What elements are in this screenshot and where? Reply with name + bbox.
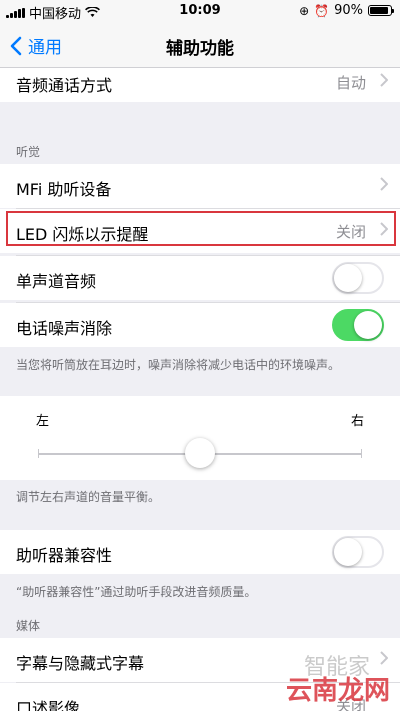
noise-footer: 当您将听筒放在耳边时，噪声消除将减少电话中的环境噪声。 — [16, 358, 341, 372]
alarm-icon: ⏰ — [314, 3, 330, 18]
row-label: 单声道音频 — [16, 272, 97, 291]
balance-footer: 调节左右声道的音量平衡。 — [16, 490, 161, 504]
row-value: 自动 — [335, 74, 366, 92]
page-title: 辅助功能 — [166, 39, 234, 59]
rotation-lock-icon: ⊕ — [299, 3, 310, 18]
row-label: 音频通话方式 — [16, 76, 113, 95]
led-flash-alerts-row[interactable]: LED 闪烁以示提醒 关闭 — [0, 209, 400, 253]
section-header-media: 媒体 — [16, 619, 41, 633]
audio-call-row[interactable]: 音频通话方式 自动 — [0, 68, 400, 102]
row-label: 助听器兼容性 — [16, 546, 113, 565]
mono-audio-toggle[interactable] — [332, 262, 384, 294]
navigation-bar: 通用 辅助功能 — [0, 22, 400, 68]
noise-cancellation-toggle[interactable] — [332, 309, 384, 341]
noise-cancellation-row: 电话噪声消除 — [0, 303, 400, 347]
hac-footer: “助听器兼容性”通过助听手段改进音频质量。 — [16, 585, 257, 599]
battery-icon — [368, 5, 394, 16]
row-label: MFi 助听设备 — [16, 180, 112, 199]
row-value: 关闭 — [335, 223, 366, 241]
hearing-aid-compatibility-toggle[interactable] — [332, 536, 384, 568]
chevron-right-icon — [380, 222, 388, 236]
row-label: 字幕与隐藏式字幕 — [16, 654, 145, 673]
chevron-right-icon — [380, 177, 388, 191]
balance-right-label: 右 — [350, 414, 364, 429]
balance-left-label: 左 — [36, 414, 50, 429]
battery-percent: 90% — [334, 3, 363, 18]
balance-slider-thumb[interactable] — [185, 438, 215, 468]
hearing-aid-compatibility-row: 助听器兼容性 — [0, 530, 400, 574]
chevron-right-icon — [380, 651, 388, 665]
status-bar: 中国移动 10:09 ⊕ ⏰ 90% — [0, 0, 400, 22]
watermark-logo-text: 云南龙网 — [285, 676, 390, 706]
row-label: LED 闪烁以示提醒 — [16, 225, 149, 244]
mfi-hearing-devices-row[interactable]: MFi 助听设备 — [0, 164, 400, 208]
section-header-hearing: 听觉 — [16, 145, 41, 159]
row-label: 口述影像 — [16, 699, 81, 711]
row-label: 电话噪声消除 — [16, 319, 113, 338]
mono-audio-row: 单声道音频 — [0, 256, 400, 300]
balance-slider-cell: 左 右 — [0, 396, 400, 480]
chevron-right-icon — [380, 73, 388, 87]
